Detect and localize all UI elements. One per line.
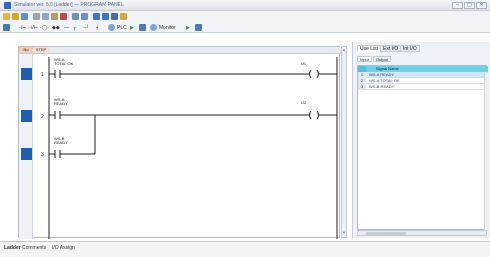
ladder-toolbar: ⊣⊢ ⊣/⊢ -◯- ◆◆ — ┬ ╌┘ ┤ PLC ▶ Monitor ▶ [0,22,490,33]
tab-ext-io[interactable]: Ext I/O [380,45,402,52]
row-number: 3 [358,84,366,90]
branch-icon[interactable]: ╌┘ [83,25,90,31]
bottom-tab-bar: Ladder Comments I/O Assign [0,241,490,257]
plc-label: PLC [117,25,127,31]
select-tool-icon[interactable] [3,24,10,31]
signal-panel: Use List Ext I/O Int I/O Input Output Si… [352,42,490,238]
find-icon[interactable] [93,13,100,20]
tab-comments[interactable]: Comments [22,245,46,251]
paste-icon[interactable] [51,13,58,20]
signal-name: WS-B READY [369,84,395,89]
table-row[interactable]: 3 WS-B READY [358,84,488,90]
tab-ladder[interactable]: Ladder [4,245,21,251]
tab-io-assign[interactable]: I/O Assign [52,245,75,251]
monitor-stop-icon[interactable] [195,24,202,31]
function-icon[interactable]: ◆◆ [52,25,60,31]
open-folder-icon[interactable] [12,13,19,20]
scroll-down-icon[interactable]: ▼ [342,231,346,235]
table-vertical-scrollbar[interactable] [484,73,488,230]
close-button[interactable]: ✕ [476,2,487,9]
window-title: Simulator ver. 5.0 [Ladder] — PROGRAM PA… [14,2,124,8]
coil-symbol [309,110,312,120]
title-bar: Simulator ver. 5.0 [Ladder] — PROGRAM PA… [0,0,490,11]
monitor-status-icon [150,24,157,31]
subtab-output[interactable]: Output [373,56,392,62]
ladder-vertical-scrollbar[interactable]: ▲ ▼ [341,46,347,238]
maximize-button[interactable]: ▢ [464,2,475,9]
standard-toolbar [0,11,490,22]
contact-no-icon[interactable]: ⊣⊢ [18,25,27,31]
copy-icon[interactable] [42,13,49,20]
coil-symbol [309,69,312,79]
new-file-icon[interactable] [3,13,10,20]
save-icon[interactable] [21,13,28,20]
stop-icon[interactable] [139,24,146,31]
cut-icon[interactable] [33,13,40,20]
settings-icon[interactable] [120,13,127,20]
ladder-diagram [48,57,338,239]
scroll-up-icon[interactable]: ▲ [342,48,346,52]
run-icon[interactable]: ▶ [130,25,134,31]
delete-icon[interactable] [60,13,67,20]
ladder-editor[interactable]: No STEP 1 2 3 WS-A TOTAL OK WS-A READY W… [18,46,341,239]
hline-icon[interactable]: — [64,25,69,31]
plc-status-icon [108,24,115,31]
monitor-run-icon[interactable]: ▶ [186,25,190,31]
minimize-button[interactable]: – [452,2,463,9]
vline-icon[interactable]: ┬ [73,25,77,31]
redo-icon[interactable] [81,13,88,20]
coil-icon[interactable]: -◯- [40,25,49,31]
tab-int-io[interactable]: Int I/O [400,45,420,52]
tab-use-list[interactable]: Use List [357,45,382,52]
contact-nc-icon[interactable]: ⊣/⊢ [28,25,38,31]
replace-icon[interactable] [102,13,109,20]
app-icon [4,2,11,9]
print-icon[interactable] [111,13,118,20]
undo-icon[interactable] [72,13,79,20]
vertical-end-icon[interactable]: ┤ [96,25,100,31]
signal-table: Signal Name 1 WS-A READY 2 WS-A TOTAL OK… [357,65,488,230]
table-horizontal-scrollbar[interactable] [357,230,487,236]
monitor-label: Monitor [159,25,176,31]
scroll-thumb[interactable] [366,232,406,235]
subtab-input[interactable]: Input [357,56,372,62]
